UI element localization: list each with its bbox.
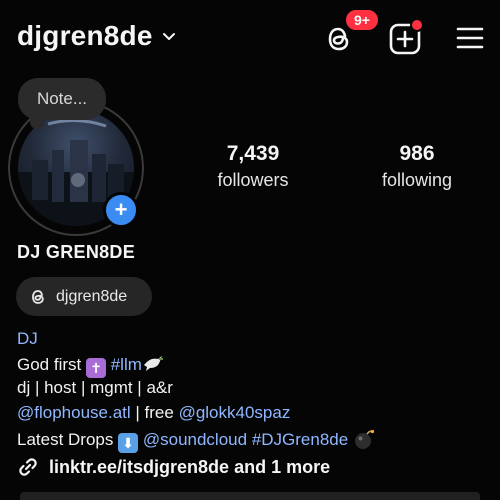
- menu-icon[interactable]: [456, 24, 484, 52]
- mention-link[interactable]: @flophouse.atl: [17, 403, 131, 422]
- add-story-button[interactable]: +: [103, 192, 139, 228]
- following-count: 986: [399, 142, 435, 165]
- following-label: following: [381, 170, 453, 190]
- dove-emoji-icon: [142, 353, 164, 378]
- notification-badge: 9+: [344, 8, 380, 32]
- threads-icon: [32, 289, 44, 304]
- hashtag-link[interactable]: #DJGren8de: [252, 430, 348, 449]
- bio-text: | free: [130, 403, 179, 422]
- threads-profile-link[interactable]: djgren8de: [16, 277, 152, 316]
- username-switcher[interactable]: djgren8de: [17, 20, 177, 52]
- bio-line-1: God first ✝ #llm: [17, 353, 164, 378]
- display-name: DJ GREN8DE: [17, 242, 136, 262]
- bomb-emoji-icon: [354, 429, 375, 449]
- bio-category[interactable]: DJ: [17, 329, 38, 349]
- plus-icon: +: [114, 197, 128, 222]
- link-text: linktr.ee/itsdjgren8de and 1 more: [49, 456, 331, 477]
- bio-text: Latest Drops: [17, 430, 114, 449]
- latin-cross-emoji-icon: ✝: [85, 358, 106, 378]
- following-stat[interactable]: 986 following: [366, 142, 468, 191]
- followers-count: 7,439: [226, 142, 280, 165]
- username: djgren8de: [17, 20, 153, 51]
- mention-link[interactable]: @soundcloud: [143, 430, 247, 449]
- threads-handle: djgren8de: [56, 287, 128, 305]
- followers-label: followers: [217, 170, 289, 190]
- mention-link[interactable]: @glokk40spaz: [179, 403, 291, 422]
- edit-profile-button-edge[interactable]: [20, 492, 480, 500]
- followers-stat[interactable]: 7,439 followers: [200, 142, 306, 191]
- new-activity-dot: [410, 18, 424, 32]
- external-link[interactable]: linktr.ee/itsdjgren8de and 1 more: [17, 456, 330, 478]
- chevron-down-icon: [162, 33, 175, 40]
- bio-text: God first: [17, 355, 82, 374]
- note-bubble[interactable]: Note...: [18, 78, 106, 120]
- down-arrow-emoji-icon: ⬇: [118, 433, 139, 453]
- bio-line-4: Latest Drops ⬇ @soundcloud #DJGren8de: [17, 428, 375, 453]
- bio-line-2: dj | host | mgmt | a&r: [17, 378, 173, 397]
- bio-line-3: @flophouse.atl | free @glokk40spaz: [17, 403, 290, 423]
- link-icon: [19, 458, 37, 476]
- hashtag-link[interactable]: #llm: [111, 355, 142, 374]
